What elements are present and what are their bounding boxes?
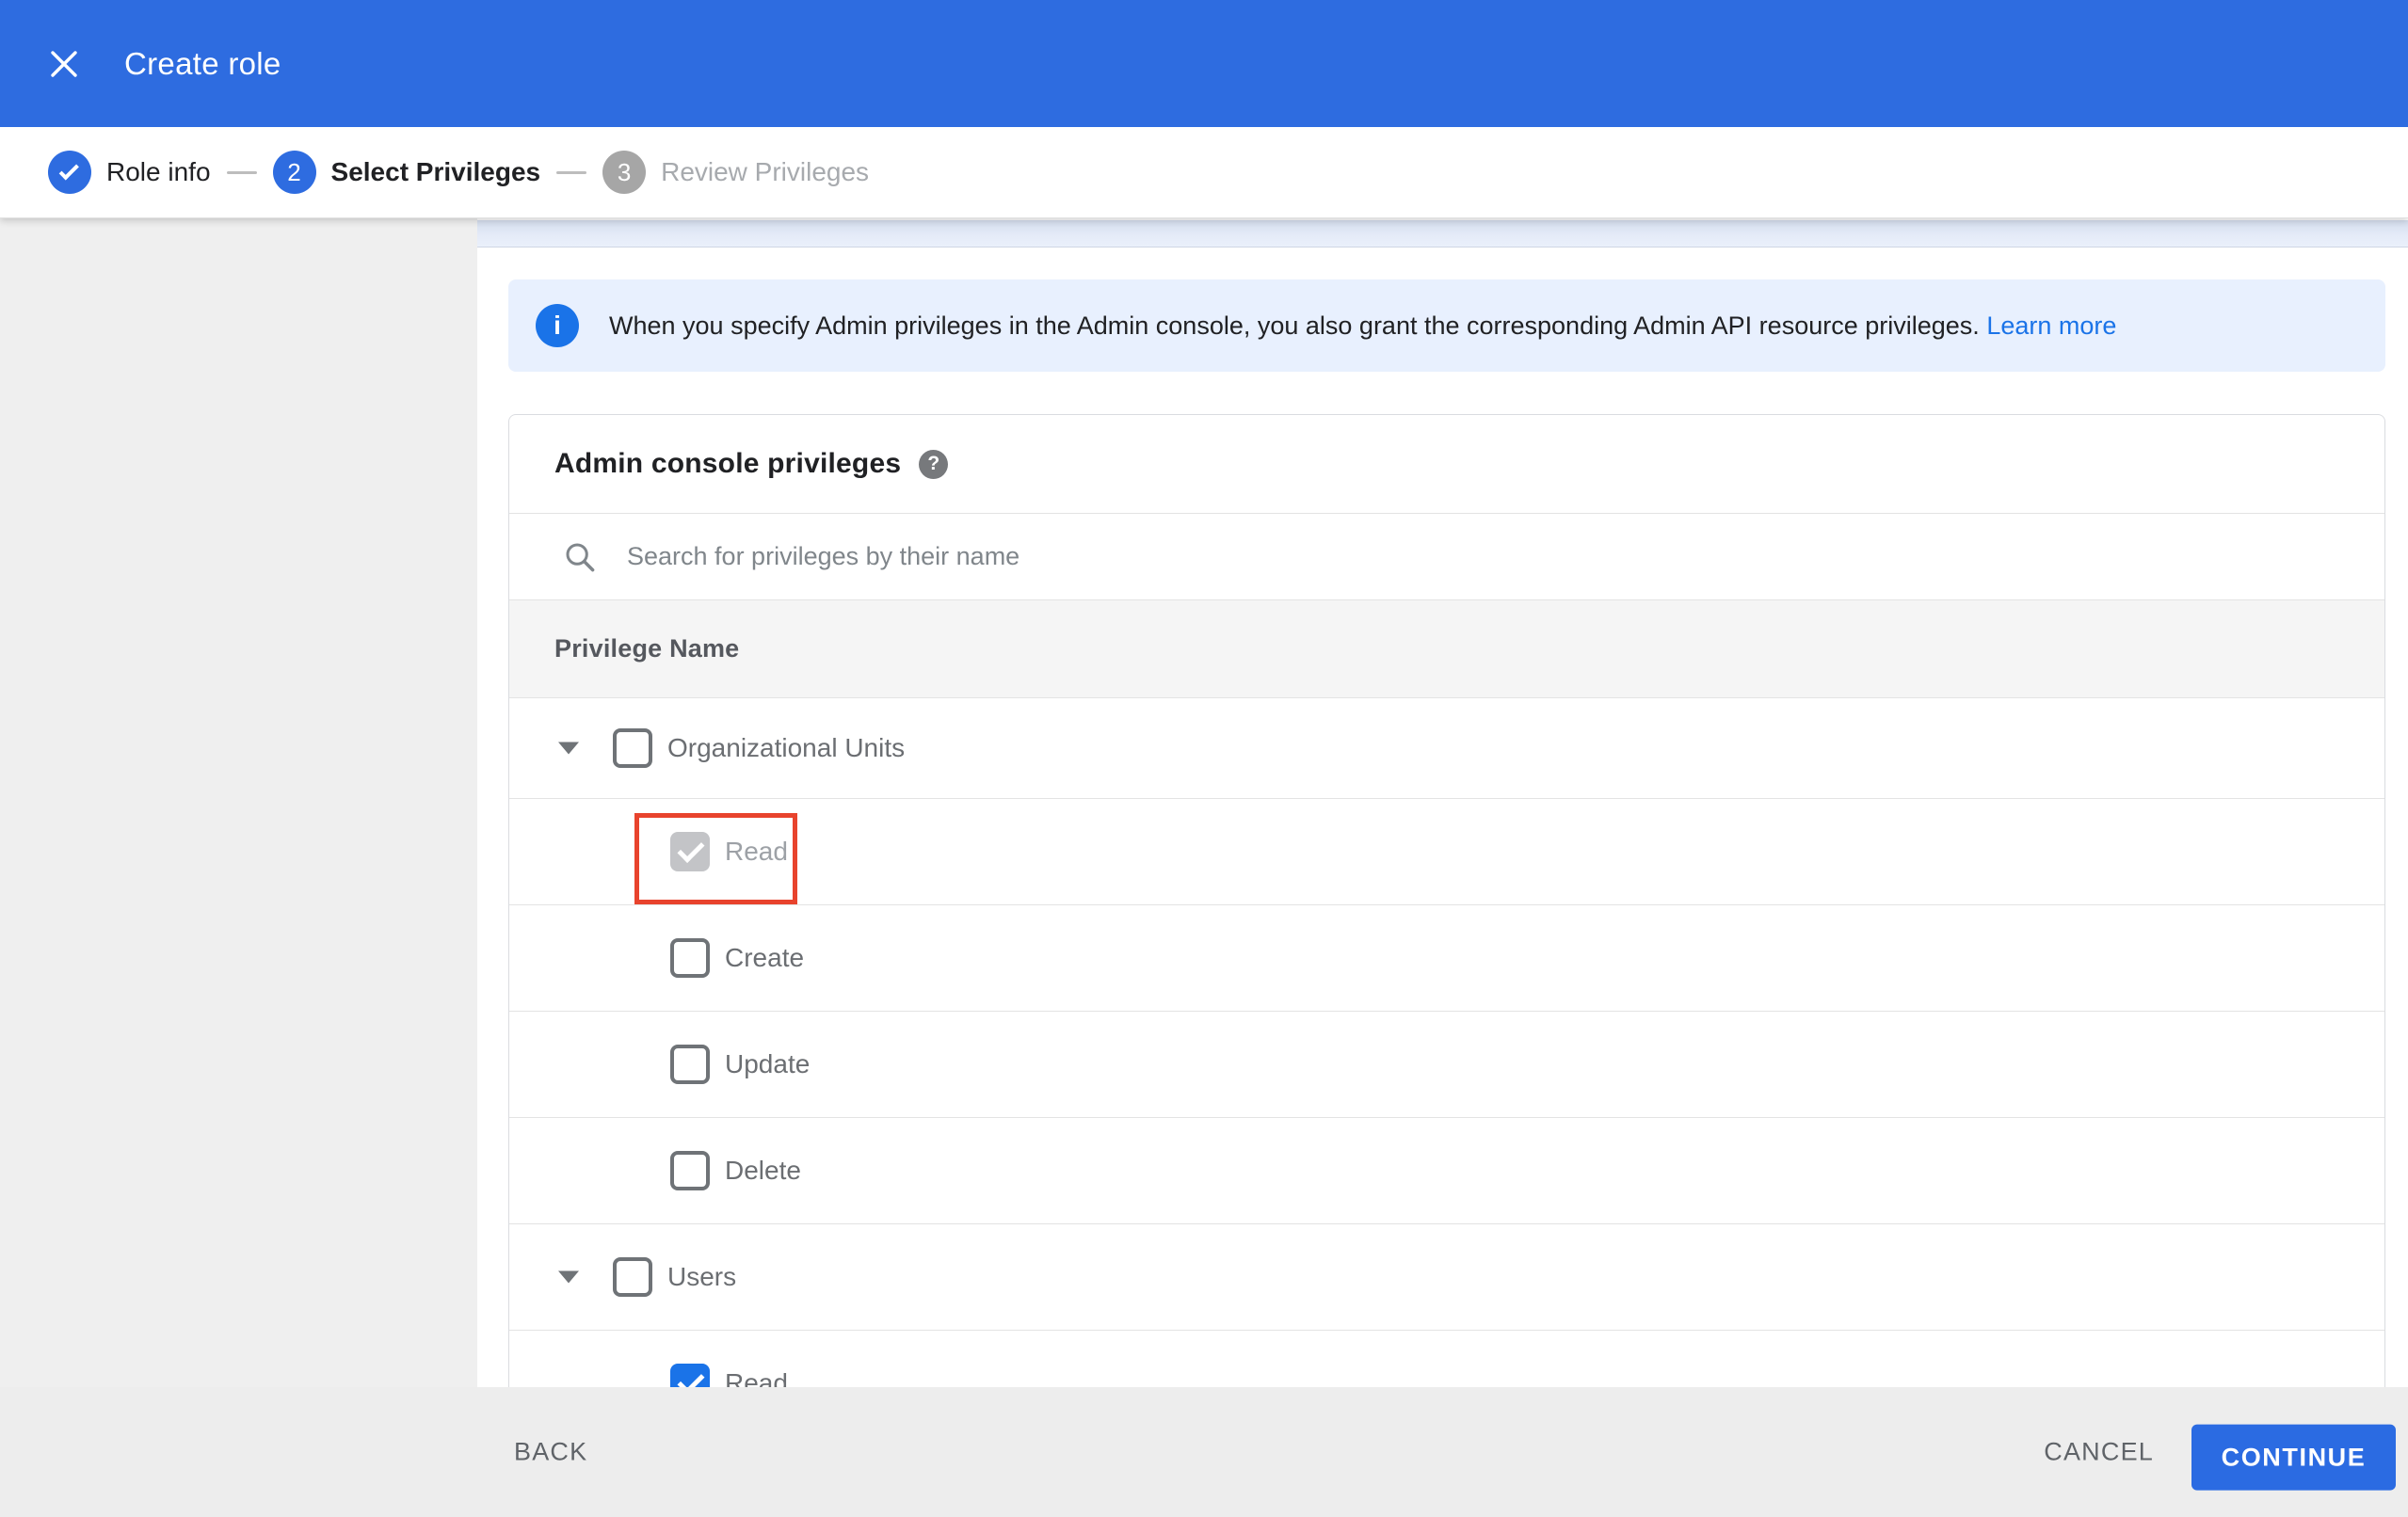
column-header-privilege-name: Privilege Name <box>554 634 740 663</box>
close-icon <box>51 50 77 77</box>
info-icon: i <box>536 304 579 347</box>
step-complete-icon <box>48 151 91 194</box>
learn-more-link[interactable]: Learn more <box>1986 311 2116 340</box>
banner-text: When you specify Admin privileges in the… <box>609 311 2116 341</box>
privilege-row-update-3: Update <box>509 1012 2384 1118</box>
privilege-row-delete-4: Delete <box>509 1118 2384 1224</box>
continue-button[interactable]: CONTINUE <box>2191 1424 2396 1491</box>
table-header: Privilege Name <box>509 600 2384 698</box>
search-input[interactable] <box>625 541 2131 572</box>
privilege-label: Create <box>725 943 805 972</box>
stepper: Role info 2 Select Privileges 3 Review P… <box>0 127 2408 218</box>
footer-bar: BACK CANCEL CONTINUE <box>0 1387 2408 1517</box>
privilege-row-users-5: Users <box>509 1224 2384 1331</box>
expand-arrow-icon[interactable] <box>558 742 579 755</box>
privilege-row-organizational-units-0: Organizational Units <box>509 698 2384 799</box>
privilege-label: Read <box>725 1368 788 1387</box>
card-title: Admin console privileges <box>554 448 902 479</box>
privilege-label: Update <box>725 1049 811 1078</box>
privilege-row-create-2: Create <box>509 905 2384 1012</box>
step-connector <box>556 170 587 174</box>
highlight-box <box>634 813 797 904</box>
step-number-badge: 2 <box>272 151 316 194</box>
step-connector <box>226 170 257 174</box>
checkbox-create-2[interactable] <box>670 938 710 978</box>
step-label: Review Privileges <box>661 157 870 186</box>
privilege-label: Users <box>667 1262 737 1291</box>
search-icon <box>566 543 595 571</box>
step-role-info[interactable]: Role info <box>48 151 211 194</box>
privileges-card: Admin console privileges ? Privilege Nam… <box>508 414 2385 1387</box>
privilege-label: Delete <box>725 1156 801 1185</box>
checkbox-users-5[interactable] <box>613 1257 652 1297</box>
close-button[interactable] <box>45 45 83 83</box>
back-button[interactable]: BACK <box>495 1425 606 1480</box>
step-review-privileges[interactable]: 3 Review Privileges <box>602 151 869 194</box>
privilege-rows: Organizational Units Read Create Update Dele… <box>509 698 2384 1387</box>
privilege-search-row <box>509 514 2384 600</box>
content-pane: i When you specify Admin privileges in t… <box>477 218 2408 1387</box>
expand-arrow-icon[interactable] <box>558 1270 579 1284</box>
checkbox-delete-4[interactable] <box>670 1151 710 1190</box>
left-rail <box>0 218 477 1387</box>
cancel-button[interactable]: CANCEL <box>2025 1425 2173 1480</box>
scrolled-card-edge <box>477 220 2408 248</box>
card-title-row: Admin console privileges ? <box>509 415 2384 514</box>
help-icon[interactable]: ? <box>919 449 949 479</box>
privilege-row-read-1: Read <box>509 799 2384 905</box>
step-label: Role info <box>106 157 211 186</box>
privilege-row-read-6: Read <box>509 1331 2384 1387</box>
checkmark-icon <box>58 160 79 181</box>
info-banner: i When you specify Admin privileges in t… <box>508 279 2385 372</box>
privilege-label: Organizational Units <box>667 733 906 762</box>
step-label: Select Privileges <box>330 157 541 186</box>
checkbox-read-6[interactable] <box>670 1364 710 1387</box>
checkbox-organizational-units-0[interactable] <box>613 728 652 768</box>
step-select-privileges[interactable]: 2 Select Privileges <box>272 151 541 194</box>
checkbox-update-3[interactable] <box>670 1045 710 1084</box>
step-number-badge: 3 <box>602 151 647 194</box>
app-header: Create role <box>0 0 2408 127</box>
dialog-title: Create role <box>124 45 281 81</box>
banner-message: When you specify Admin privileges in the… <box>609 311 1980 340</box>
